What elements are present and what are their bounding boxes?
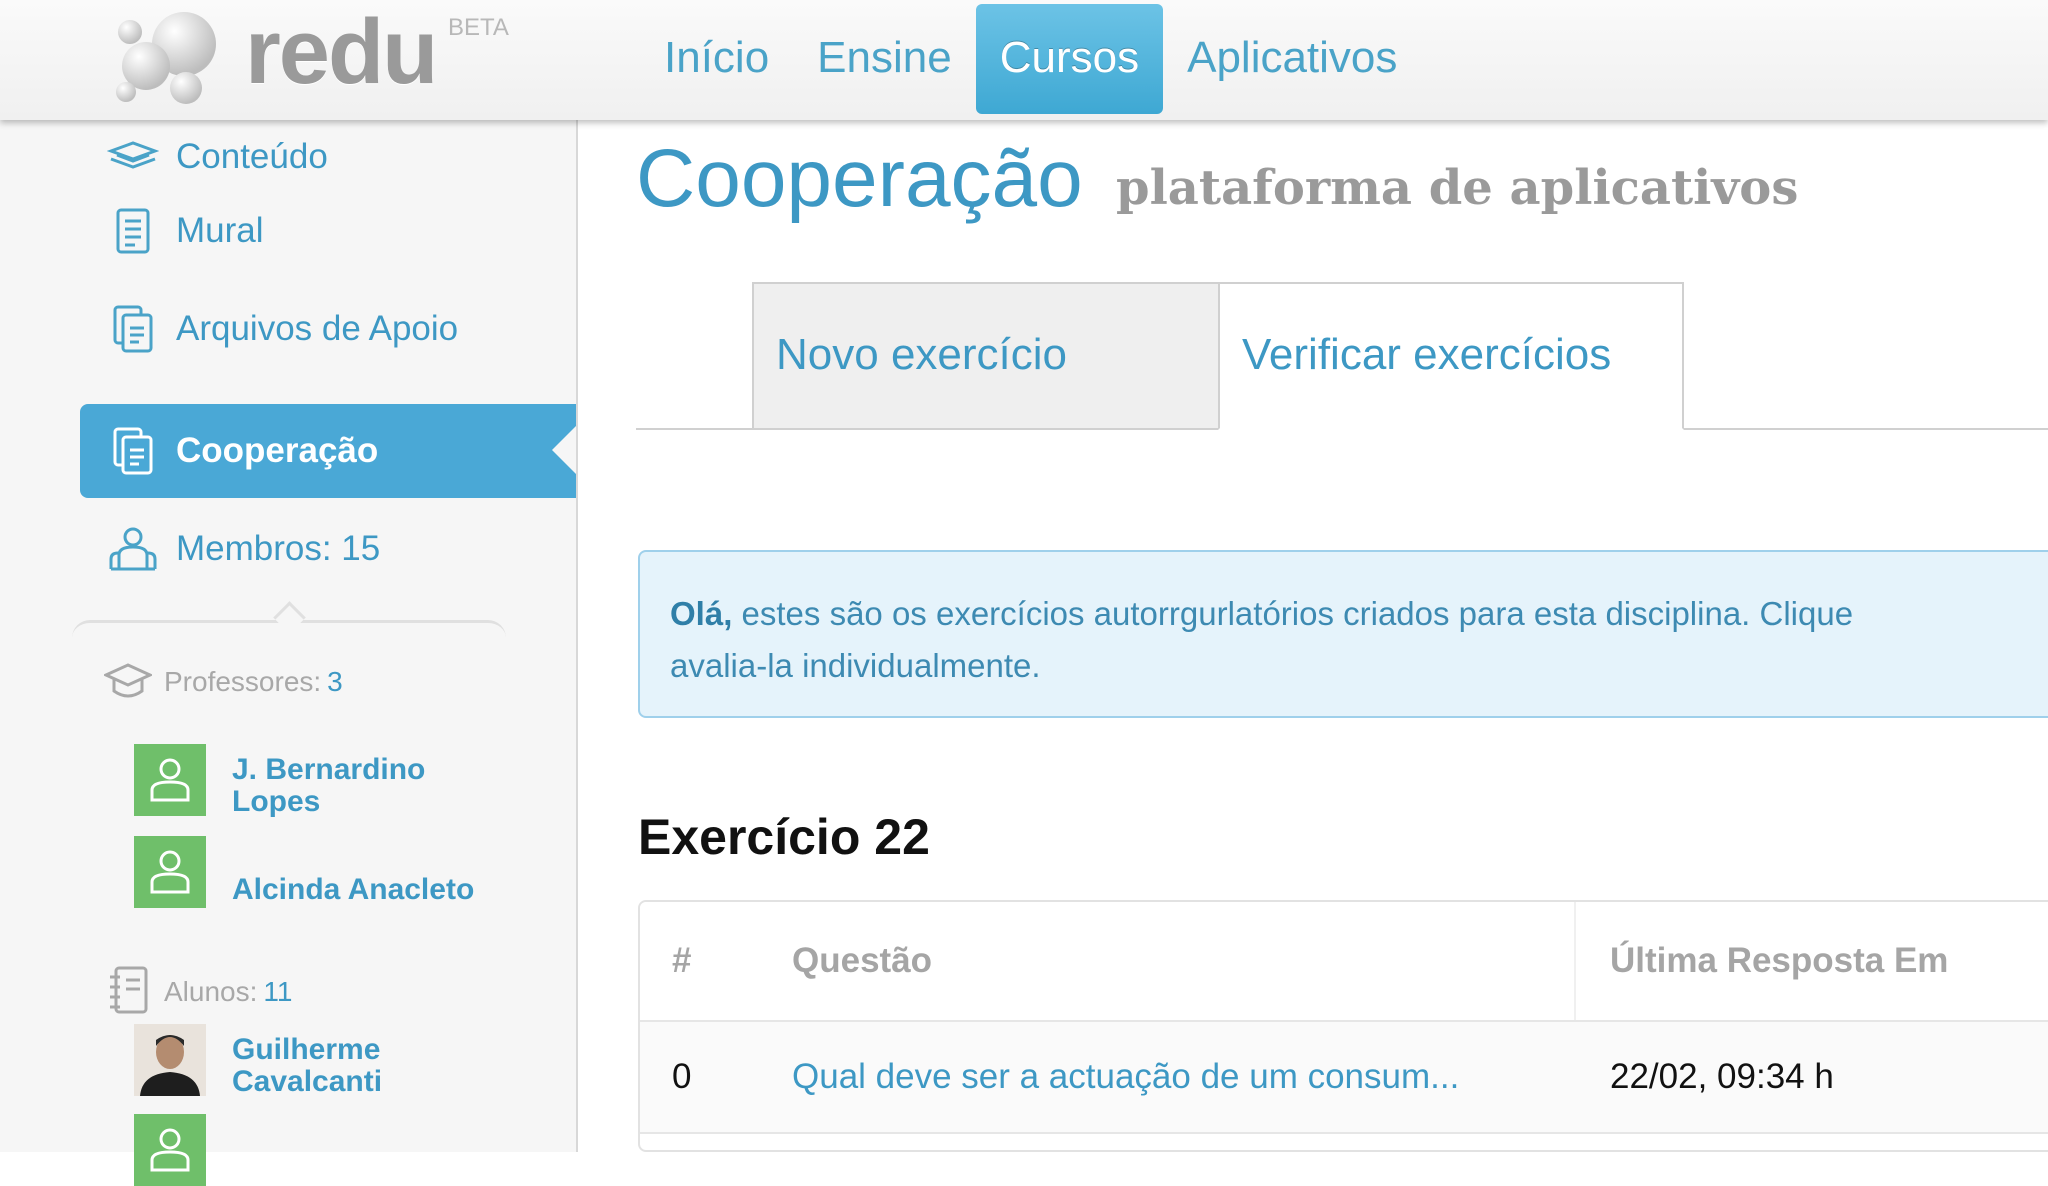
nav-aplicativos[interactable]: Aplicativos [1163, 4, 1421, 114]
main-nav: Início Ensine Cursos Aplicativos [640, 4, 1421, 114]
files-icon [102, 420, 164, 482]
students-label: Alunos: [164, 976, 258, 1007]
info-message: Olá, estes são os exercícios autorrgurla… [638, 550, 2048, 718]
books-icon [102, 126, 164, 188]
sidebar-item-label: Mural [176, 211, 264, 250]
logo-text[interactable]: redu [245, 0, 438, 105]
sidebar-item-label: Arquivos de Apoio [176, 309, 459, 348]
exercises-table: # Questão Última Resposta Em 0 Qual deve… [638, 900, 2048, 1152]
nav-ensine[interactable]: Ensine [793, 4, 976, 114]
tab-novo-exercicio[interactable]: Novo exercício [752, 282, 1220, 430]
redu-logo-icon[interactable] [112, 8, 224, 108]
graduation-cap-icon [102, 657, 154, 708]
avatar [134, 836, 206, 908]
page-title: Cooperação [636, 133, 1083, 224]
page-subtitle: plataforma de aplicativos [1116, 160, 1799, 216]
sidebar: Conteúdo Mural Arquivos de Apoio Coopera… [0, 120, 578, 1186]
student-item[interactable] [134, 1114, 206, 1186]
person-name: Alcinda Anacleto [232, 873, 475, 906]
last-answer-date: 22/02, 09:34 h [1610, 1057, 1834, 1096]
sidebar-item-membros[interactable]: Membros: 15 [80, 502, 576, 596]
professor-item[interactable]: J. Bernardino Lopes [134, 744, 425, 818]
info-greeting: Olá, [670, 595, 733, 632]
avatar [134, 1024, 206, 1096]
student-item[interactable]: Guilherme Cavalcanti [134, 1024, 382, 1098]
column-header-last-answer[interactable]: Última Resposta Em [1610, 902, 1948, 1020]
nav-cursos[interactable]: Cursos [975, 4, 1164, 114]
students-count: 11 [263, 976, 293, 1007]
exercise-title: Exercício 22 [638, 809, 930, 865]
active-notch [552, 426, 576, 474]
professors-heading[interactable]: Professores: 3 [102, 652, 343, 712]
students-heading[interactable]: Alunos: 11 [104, 962, 292, 1022]
avatar [134, 744, 206, 816]
sidebar-item-label: Conteúdo [176, 137, 328, 176]
professors-count: 3 [327, 666, 343, 697]
column-header-question[interactable]: Questão [792, 902, 932, 1020]
members-icon [102, 518, 164, 580]
files-icon [102, 298, 164, 360]
table-header-row: # Questão Última Resposta Em [640, 902, 2048, 1022]
professor-item[interactable]: Alcinda Anacleto [134, 836, 474, 908]
column-header-number[interactable]: # [672, 902, 691, 1020]
sidebar-item-arquivos[interactable]: Arquivos de Apoio [80, 282, 576, 376]
sidebar-item-label: Membros: 15 [176, 529, 381, 568]
beta-badge: BETA [448, 14, 509, 41]
column-separator [1574, 902, 1576, 1020]
info-line1: estes são os exercícios autorrgurlatório… [732, 595, 1854, 632]
nav-inicio[interactable]: Início [640, 4, 793, 114]
sidebar-item-mural[interactable]: Mural [80, 184, 576, 278]
question-link[interactable]: Qual deve ser a actuação de um consum... [792, 1022, 1459, 1132]
tab-verificar-exercicios[interactable]: Verificar exercícios [1218, 282, 1684, 430]
professors-label: Professores: [164, 666, 322, 697]
notebook-icon [104, 965, 152, 1020]
person-name: Guilherme Cavalcanti [232, 1033, 383, 1098]
sidebar-item-cooperacao[interactable]: Cooperação [80, 404, 576, 498]
sidebar-item-label: Cooperação [176, 431, 379, 470]
document-list-icon [102, 200, 164, 262]
person-name: J. Bernardino Lopes [232, 753, 426, 818]
row-number: 0 [672, 1057, 692, 1096]
table-row: 0 Qual deve ser a actuação de um consum.… [640, 1022, 2048, 1134]
info-line2: avalia-la individualmente. [670, 647, 1041, 684]
avatar [134, 1114, 206, 1186]
top-bar: redu BETA Início Ensine Cursos Aplicativ… [0, 0, 2048, 120]
